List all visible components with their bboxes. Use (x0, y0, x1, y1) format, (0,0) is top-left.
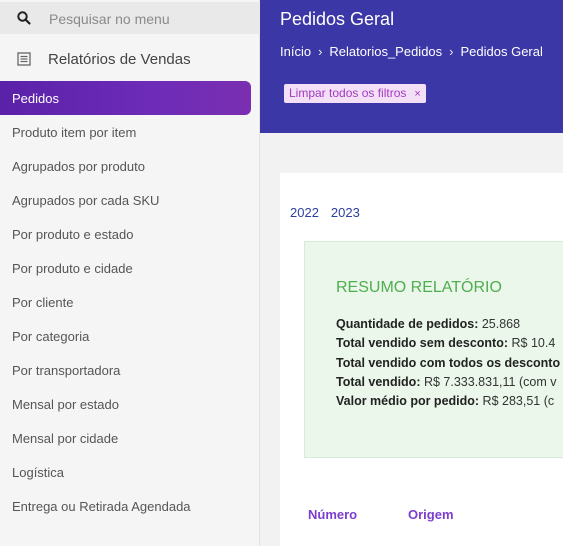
chevron-right-icon: › (449, 44, 454, 59)
summary-title: RESUMO RELATÓRIO (336, 279, 502, 296)
search-input[interactable]: Pesquisar no menu (49, 11, 170, 27)
summary-line: Total vendido: R$ 7.333.831,11 (com v (336, 375, 556, 389)
page-header: Pedidos Geral Início › Relatorios_Pedidos ›… (260, 0, 563, 133)
sidebar-item-produto-item[interactable]: Produto item por item (12, 125, 136, 140)
summary-value: R$ 283,51 (c (479, 394, 555, 408)
sidebar-item-entrega-retirada[interactable]: Entrega ou Retirada Agendada (12, 499, 191, 514)
year-tab-2023[interactable]: 2023 (331, 205, 360, 220)
summary-line: Valor médio por pedido: R$ 283,51 (c (336, 394, 554, 408)
sidebar-item-produto-estado[interactable]: Por produto e estado (12, 227, 133, 242)
column-header-origem[interactable]: Origem (408, 507, 454, 522)
column-header-numero[interactable]: Número (308, 507, 357, 522)
breadcrumb-relatorios[interactable]: Relatorios_Pedidos (329, 44, 442, 59)
sidebar-item-pedidos[interactable]: Pedidos (0, 81, 251, 115)
summary-line: Total vendido com todos os desconto (336, 356, 560, 370)
clear-filters-chip[interactable]: Limpar todos os filtros × (284, 84, 426, 103)
clear-filters-label: Limpar todos os filtros (289, 86, 407, 100)
breadcrumb-inicio[interactable]: Início (280, 44, 311, 59)
sidebar-item-produto-cidade[interactable]: Por produto e cidade (12, 261, 133, 276)
sidebar-item-logistica[interactable]: Logística (12, 465, 64, 480)
chevron-right-icon: › (318, 44, 323, 59)
summary-value: 25.868 (478, 317, 521, 331)
year-selector: 2022 2023 (290, 205, 372, 220)
summary-label: Total vendido sem desconto: (336, 336, 509, 350)
breadcrumb-current: Pedidos Geral (460, 44, 543, 59)
search-icon (16, 10, 32, 26)
sidebar-item-mensal-cidade[interactable]: Mensal por cidade (12, 431, 118, 446)
sidebar-item-agrupados-sku[interactable]: Agrupados por cada SKU (12, 193, 159, 208)
summary-label: Quantidade de pedidos: (336, 317, 479, 331)
main-content: 2022 2023 RESUMO RELATÓRIO Quantidade de … (260, 133, 563, 546)
summary-line: Total vendido sem desconto: R$ 10.4 (336, 336, 555, 350)
sidebar-section-label: Relatórios de Vendas (48, 51, 191, 68)
sidebar-item-categoria[interactable]: Por categoria (12, 329, 89, 344)
summary-box: RESUMO RELATÓRIO Quantidade de pedidos: … (304, 241, 563, 458)
summary-label: Valor médio por pedido: (336, 394, 480, 408)
close-icon[interactable]: × (414, 88, 420, 100)
summary-label: Total vendido: (336, 375, 421, 389)
summary-value: R$ 10.4 (508, 336, 556, 350)
sidebar-item-label: Pedidos (12, 91, 59, 106)
page-title: Pedidos Geral (280, 9, 395, 29)
year-tab-2022[interactable]: 2022 (290, 205, 319, 220)
sidebar-item-transportadora[interactable]: Por transportadora (12, 363, 120, 378)
menu-search[interactable]: Pesquisar no menu (0, 2, 260, 34)
summary-value: R$ 7.333.831,11 (com v (420, 375, 557, 389)
sidebar-item-cliente[interactable]: Por cliente (12, 295, 73, 310)
sidebar-section-sales-reports[interactable]: Relatórios de Vendas (0, 38, 260, 80)
sidebar-item-mensal-estado[interactable]: Mensal por estado (12, 397, 119, 412)
list-icon (17, 52, 31, 66)
summary-line: Quantidade de pedidos: 25.868 (336, 317, 520, 331)
summary-label: Total vendido com todos os desconto (336, 356, 561, 370)
breadcrumb: Início › Relatorios_Pedidos › Pedidos Geral (280, 44, 543, 59)
sidebar-item-agrupados-produto[interactable]: Agrupados por produto (12, 159, 145, 174)
sidebar: Pesquisar no menu Relatórios de Vendas P… (0, 0, 260, 546)
